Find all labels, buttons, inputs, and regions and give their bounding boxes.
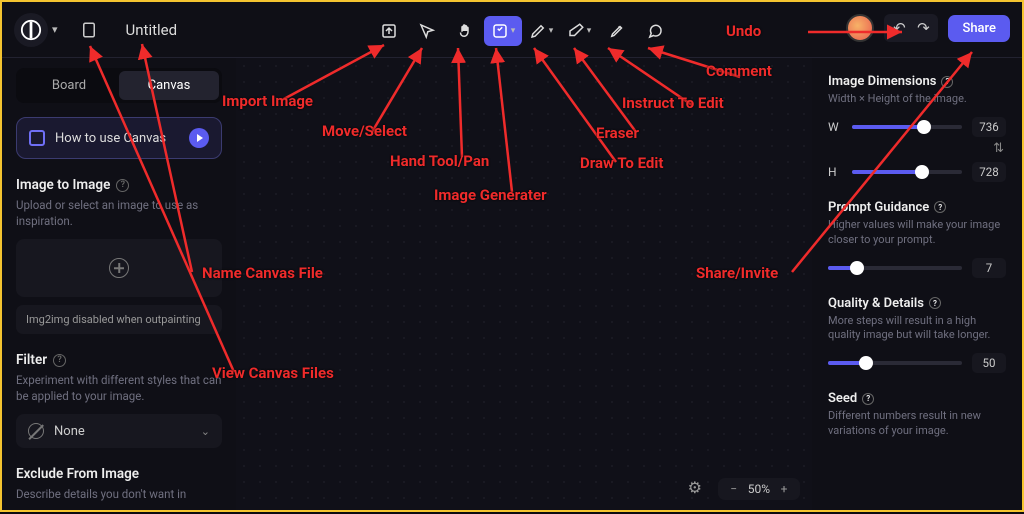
eraser-tool[interactable]: ▾ [560, 16, 598, 46]
dimensions-heading: Image Dimensions? [828, 74, 1006, 89]
filter-value: None [54, 424, 85, 439]
howto-icon [29, 130, 45, 146]
guidance-slider[interactable] [828, 266, 962, 270]
image-generator-tool[interactable]: ▾ [484, 16, 522, 46]
guidance-heading: Prompt Guidance? [828, 200, 1006, 215]
seed-sub: Different numbers result in new variatio… [828, 409, 1006, 439]
instruct-to-edit-tool[interactable] [598, 16, 636, 46]
tab-canvas[interactable]: Canvas [119, 71, 219, 100]
canvas-title[interactable]: Untitled [126, 21, 178, 39]
height-slider[interactable] [852, 170, 962, 174]
image-to-image-sub: Upload or select an image to use as insp… [16, 197, 222, 229]
howto-label: How to use Canvas [55, 131, 179, 146]
quality-sub: More steps will result in a high quality… [828, 314, 1006, 344]
draw-to-edit-tool[interactable]: ▾ [522, 16, 560, 46]
right-panel: Image Dimensions? Width × Height of the … [812, 58, 1022, 510]
quality-slider[interactable] [828, 361, 962, 365]
canvas-area[interactable]: ⚙ − 50% + [236, 58, 812, 510]
zoom-value: 50% [748, 482, 770, 496]
redo-button[interactable]: ↷ [912, 18, 934, 38]
filter-heading: Filter? [16, 352, 222, 368]
play-icon [189, 128, 209, 148]
width-slider[interactable] [852, 125, 962, 129]
zoom-control[interactable]: − 50% + [718, 478, 800, 500]
left-panel: Board Canvas How to use Canvas Image to … [2, 58, 236, 510]
width-value: 736 [972, 117, 1006, 137]
zoom-in-button[interactable]: + [776, 482, 792, 496]
swap-dimensions-icon[interactable]: ⇅ [828, 141, 1004, 156]
chevron-down-icon: ⌄ [201, 425, 210, 438]
dimensions-sub: Width × Height of the image. [828, 92, 1006, 107]
undo-button[interactable]: ↶ [888, 18, 910, 38]
filter-select[interactable]: None ⌄ [16, 414, 222, 448]
zoom-out-button[interactable]: − [726, 482, 742, 496]
exclude-heading: Exclude From Image [16, 466, 222, 482]
plus-icon [109, 258, 129, 278]
tab-board[interactable]: Board [19, 71, 119, 100]
guidance-value: 7 [972, 258, 1006, 278]
height-label: H [828, 165, 842, 179]
filter-sub: Experiment with different styles that ca… [16, 372, 222, 404]
none-icon [28, 423, 44, 439]
canvas-settings-icon[interactable]: ⚙ [688, 478, 702, 497]
quality-heading: Quality & Details? [828, 296, 1006, 311]
exclude-sub: Describe details you don't want in [16, 486, 222, 502]
user-avatar[interactable] [846, 14, 874, 42]
quality-value: 50 [972, 353, 1006, 373]
image-to-image-heading: Image to Image? [16, 177, 222, 193]
view-files-button[interactable] [76, 17, 102, 43]
image-upload-dropzone[interactable] [16, 239, 222, 297]
height-value: 728 [972, 162, 1006, 182]
seed-heading: Seed? [828, 391, 1006, 406]
app-logo[interactable] [14, 13, 48, 47]
toolbar: ▾ ▾ ▾ [370, 16, 674, 46]
width-label: W [828, 120, 842, 134]
share-button[interactable]: Share [948, 15, 1010, 42]
how-to-use-canvas[interactable]: How to use Canvas [16, 117, 222, 159]
guidance-sub: Higher values will make your image close… [828, 218, 1006, 248]
move-select-tool[interactable] [408, 16, 446, 46]
import-image-tool[interactable] [370, 16, 408, 46]
img2img-notice: Img2img disabled when outpainting [16, 305, 222, 334]
comment-tool[interactable] [636, 16, 674, 46]
hand-pan-tool[interactable] [446, 16, 484, 46]
logo-chevron-icon[interactable]: ▾ [52, 23, 58, 36]
